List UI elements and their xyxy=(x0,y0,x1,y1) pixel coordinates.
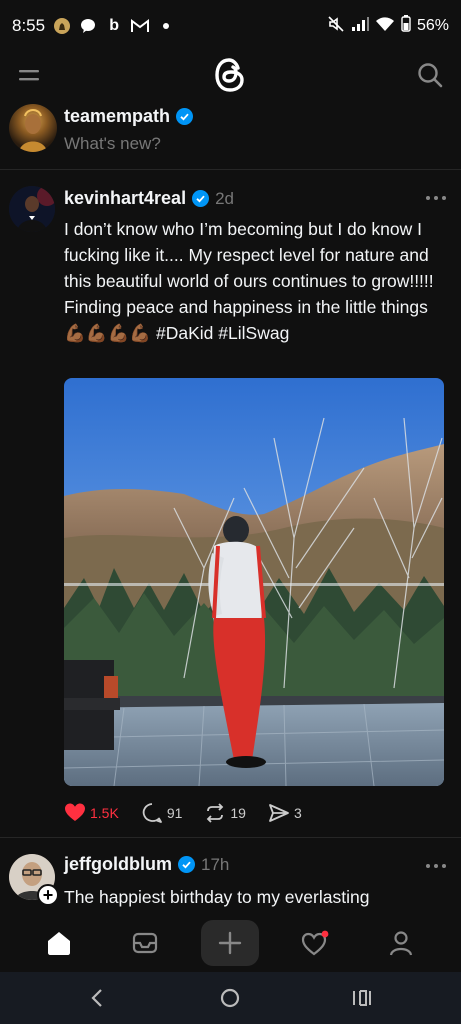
system-nav-bar xyxy=(0,972,461,1024)
share-button[interactable]: 3 xyxy=(268,802,302,824)
post-time: 2d xyxy=(215,188,234,208)
post-username[interactable]: jeffgoldblum xyxy=(64,854,172,875)
wifi-icon xyxy=(375,16,395,37)
follow-plus-icon[interactable]: + xyxy=(37,884,59,906)
post-text: The happiest birthday to my everlasting xyxy=(64,887,370,907)
chess-knight-icon xyxy=(53,17,71,35)
mute-icon xyxy=(327,15,345,38)
composer[interactable]: teamempath What's new? xyxy=(0,100,461,170)
thread-post: kevinhart4real 2d I don’t know who I’m b… xyxy=(0,172,461,838)
nav-profile[interactable] xyxy=(372,914,430,972)
composer-input[interactable]: What's new? xyxy=(64,134,161,154)
thread-post: + jeffgoldblum 17h The happiest birthday… xyxy=(0,840,461,920)
avatar[interactable] xyxy=(9,186,55,232)
threads-logo-icon[interactable] xyxy=(212,56,248,94)
chat-bubble-icon xyxy=(79,17,97,35)
recents-icon[interactable] xyxy=(350,986,374,1010)
heart-icon xyxy=(65,803,85,821)
repost-button[interactable]: 19 xyxy=(204,802,246,824)
nav-create[interactable] xyxy=(201,914,259,972)
post-text: I don’t know who I’m becoming but I do k… xyxy=(64,219,434,343)
more-options-icon[interactable] xyxy=(425,862,447,870)
repost-count: 19 xyxy=(230,805,246,821)
dot-icon xyxy=(157,17,175,35)
battery-icon xyxy=(401,15,411,37)
send-icon xyxy=(269,804,289,822)
comment-icon xyxy=(142,803,162,823)
activity-icon xyxy=(301,930,329,956)
search-icon[interactable] xyxy=(417,62,443,88)
post-time: 17h xyxy=(200,854,230,874)
battery-percent: 56% xyxy=(416,17,449,34)
nav-activity[interactable] xyxy=(286,914,344,972)
status-bar: 8:55 b 56% xyxy=(0,0,461,52)
comment-count: 91 xyxy=(166,805,183,821)
home-icon xyxy=(48,932,70,955)
avatar[interactable] xyxy=(9,104,57,152)
comment-button[interactable]: 91 xyxy=(141,802,183,824)
verified-badge-icon xyxy=(177,856,195,873)
menu-icon[interactable] xyxy=(18,64,40,86)
verified-badge-icon xyxy=(176,108,194,125)
nav-inbox[interactable] xyxy=(116,914,174,972)
home-button-icon[interactable] xyxy=(218,986,242,1010)
repost-icon xyxy=(207,803,224,823)
like-count: 1.5K xyxy=(90,805,119,821)
post-image[interactable] xyxy=(64,378,444,786)
b-icon: b xyxy=(109,17,119,34)
back-icon[interactable] xyxy=(86,986,110,1010)
share-count: 3 xyxy=(293,805,302,821)
create-button[interactable] xyxy=(201,920,259,966)
profile-icon xyxy=(389,931,413,956)
post-actions: 1.5K 91 19 3 xyxy=(64,802,302,824)
composer-username: teamempath xyxy=(64,106,171,126)
signal-icon xyxy=(351,16,369,37)
more-options-icon[interactable] xyxy=(425,194,447,202)
like-button[interactable]: 1.5K xyxy=(64,802,119,824)
nav-home[interactable] xyxy=(30,914,88,972)
verified-badge-icon xyxy=(192,190,210,207)
gmail-icon xyxy=(131,17,150,35)
post-username[interactable]: kevinhart4real xyxy=(64,188,186,209)
inbox-icon xyxy=(132,932,158,954)
clock: 8:55 xyxy=(12,16,46,35)
create-icon xyxy=(218,931,242,955)
top-nav xyxy=(0,52,461,98)
bottom-nav xyxy=(0,914,461,972)
